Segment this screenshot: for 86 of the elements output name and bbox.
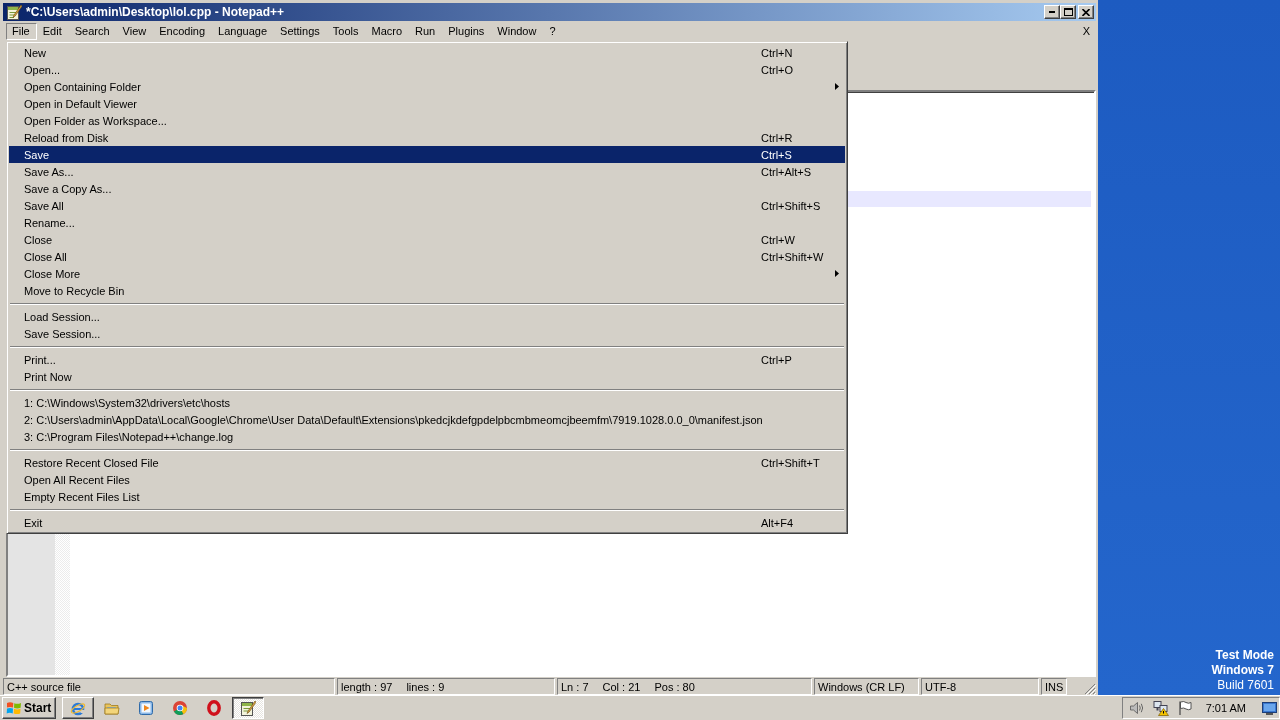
maximize-icon [1063, 8, 1073, 16]
o-ring-icon [206, 700, 222, 716]
menu-item[interactable]: 3: C:\Program Files\Notepad++\change.log [9, 428, 845, 445]
menu-item[interactable]: 2: C:\Users\admin\AppData\Local\Google\Chrome\User Data\Default\Extensions\pkedcjkdefgpdelpbcmbmeomcjbeemfm\7919.1028.0.0_0\manifest.json [9, 411, 845, 428]
menu-item[interactable]: Tools [326, 23, 366, 40]
menu-item[interactable]: Print Now [9, 368, 845, 385]
menu-item[interactable]: Save Ctrl+S [9, 146, 845, 163]
close-document-button[interactable]: X [1080, 25, 1092, 38]
shortcut-text: Ctrl+S [761, 148, 793, 161]
status-text: C++ source file [7, 680, 81, 693]
menu-item[interactable]: Save Session... [9, 325, 845, 342]
taskbar-button[interactable] [232, 697, 264, 719]
status-text: Windows (CR LF) [818, 680, 905, 693]
menu-item[interactable]: ? [543, 23, 563, 40]
notepad-icon [6, 4, 22, 20]
shortcut-text: Ctrl+Shift+W [761, 250, 825, 263]
menu-item[interactable]: Edit [36, 23, 69, 40]
shortcut-text: Ctrl+N [761, 46, 794, 59]
test-mode-text: Test Mode [1215, 648, 1274, 663]
minimize-icon [1049, 11, 1055, 13]
test-mode-text: Build 7601 [1217, 678, 1274, 693]
menu-item[interactable]: Macro [365, 23, 410, 40]
maximize-button[interactable] [1060, 5, 1076, 19]
menu-item[interactable]: Close More [9, 265, 845, 282]
menu-item[interactable]: Open Containing Folder [9, 78, 845, 95]
menu-item[interactable]: Close Ctrl+W [9, 231, 845, 248]
menu-item[interactable]: View [116, 23, 154, 40]
status-text: INS [1045, 680, 1064, 693]
shortcut-text: Alt+F4 [761, 516, 795, 529]
test-mode-text: Windows 7 [1211, 663, 1274, 678]
shortcut-text: Ctrl+Shift+T [761, 456, 821, 469]
menu-item[interactable]: Save All Ctrl+Shift+S [9, 197, 845, 214]
window-title: *C:\Users\admin\Desktop\lol.cpp - Notepad++ [26, 5, 286, 19]
show-desktop-icon[interactable] [1262, 701, 1277, 715]
round-browser-icon [172, 700, 188, 716]
status-text: Col : 21 [602, 680, 641, 693]
menu-item[interactable]: File [6, 23, 37, 40]
menu-item[interactable]: Open Folder as Workspace... [9, 112, 845, 129]
menu-item[interactable]: Plugins [442, 23, 492, 40]
menu-item[interactable]: Reload from Disk Ctrl+R [9, 129, 845, 146]
menu-item[interactable]: Run [409, 23, 443, 40]
menu-item[interactable]: Search [68, 23, 117, 40]
folder-icon [104, 700, 120, 716]
speaker-icon[interactable] [1129, 700, 1145, 716]
menu-item[interactable]: Move to Recycle Bin [9, 282, 845, 299]
network-warning-icon[interactable] [1153, 700, 1169, 716]
menu-item[interactable]: Language [212, 23, 275, 40]
menu-item[interactable]: Load Session... [9, 308, 845, 325]
notepad-icon [240, 700, 256, 716]
menu-item[interactable]: Open All Recent Files [9, 471, 845, 488]
shortcut-text: Ctrl+W [761, 233, 796, 246]
menu-item[interactable]: Rename... [9, 214, 845, 231]
start-button[interactable]: Start [2, 697, 56, 719]
e-browser-icon [70, 700, 86, 716]
close-button[interactable] [1078, 5, 1094, 19]
clock-text: 7:01 AM [1205, 702, 1246, 714]
menu-item[interactable]: Save a Copy As... [9, 180, 845, 197]
menu-item[interactable]: Open in Default Viewer [9, 95, 845, 112]
menu-item[interactable]: Save As... Ctrl+Alt+S [9, 163, 845, 180]
menu-item[interactable]: New Ctrl+N [9, 44, 845, 61]
status-text: lines : 9 [406, 680, 445, 693]
status-text: length : 97 [341, 680, 393, 693]
shortcut-text: Ctrl+R [761, 131, 794, 144]
size-grip-icon[interactable] [1084, 683, 1096, 695]
menu-item[interactable]: Restore Recent Closed File Ctrl+Shift+T [9, 454, 845, 471]
shortcut-text: Ctrl+P [761, 353, 793, 366]
status-text: UTF-8 [925, 680, 957, 693]
menu-item[interactable]: Encoding [153, 23, 213, 40]
status-text: Ln : 7 [561, 680, 589, 693]
minimize-button[interactable] [1044, 5, 1060, 19]
menu-item[interactable]: 1: C:\Windows\System32\drivers\etc\hosts [9, 394, 845, 411]
close-icon [1082, 8, 1090, 16]
menu-item[interactable]: Window [491, 23, 544, 40]
status-text: Pos : 80 [654, 680, 695, 693]
shortcut-text: Ctrl+Shift+S [761, 199, 822, 212]
play-tile-icon [138, 700, 154, 716]
shortcut-text: Ctrl+Alt+S [761, 165, 813, 178]
flag-icon[interactable] [1177, 700, 1193, 716]
menu-item[interactable]: Settings [274, 23, 327, 40]
menu-item[interactable]: Open... Ctrl+O [9, 61, 845, 78]
windows-flag-icon [6, 700, 22, 716]
shortcut-text: Ctrl+O [761, 63, 795, 76]
menu-item[interactable]: Print... Ctrl+P [9, 351, 845, 368]
menu-item[interactable]: Exit Alt+F4 [9, 514, 845, 531]
menu-item[interactable]: Close All Ctrl+Shift+W [9, 248, 845, 265]
menu-item[interactable]: Empty Recent Files List [9, 488, 845, 505]
